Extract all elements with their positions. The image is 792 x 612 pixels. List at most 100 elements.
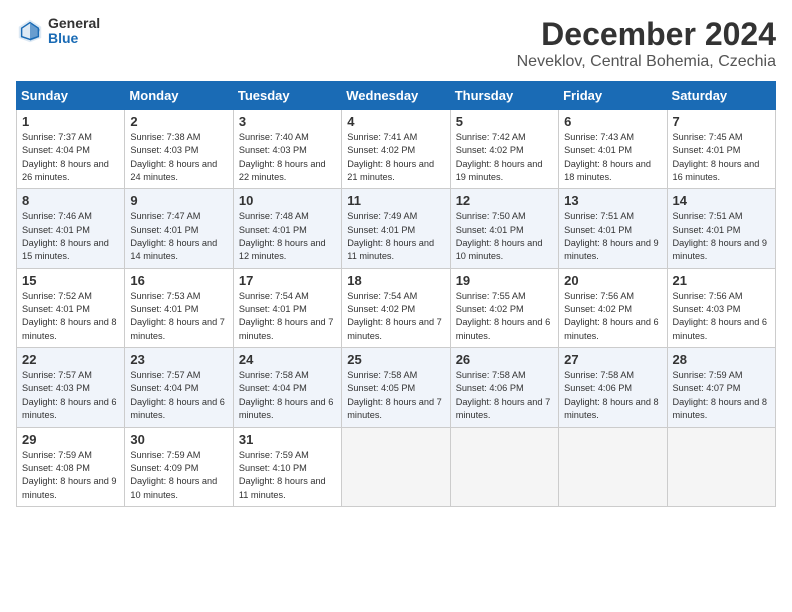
day-info: Sunrise: 7:59 AMSunset: 4:09 PMDaylight:…: [130, 450, 217, 500]
day-number: 13: [564, 193, 661, 208]
day-info: Sunrise: 7:59 AMSunset: 4:10 PMDaylight:…: [239, 450, 326, 500]
day-info: Sunrise: 7:58 AMSunset: 4:06 PMDaylight:…: [564, 370, 659, 420]
day-number: 9: [130, 193, 227, 208]
day-info: Sunrise: 7:50 AMSunset: 4:01 PMDaylight:…: [456, 211, 543, 261]
table-row: 8 Sunrise: 7:46 AMSunset: 4:01 PMDayligh…: [17, 189, 125, 268]
table-row: 5 Sunrise: 7:42 AMSunset: 4:02 PMDayligh…: [450, 110, 558, 189]
month-title: December 2024: [517, 16, 776, 53]
day-info: Sunrise: 7:54 AMSunset: 4:01 PMDaylight:…: [239, 291, 334, 341]
day-number: 27: [564, 352, 661, 367]
table-row: 11 Sunrise: 7:49 AMSunset: 4:01 PMDaylig…: [342, 189, 450, 268]
day-info: Sunrise: 7:41 AMSunset: 4:02 PMDaylight:…: [347, 132, 434, 182]
day-info: Sunrise: 7:58 AMSunset: 4:06 PMDaylight:…: [456, 370, 551, 420]
table-row: [450, 427, 558, 506]
logo-text: General Blue: [48, 16, 100, 47]
day-number: 6: [564, 114, 661, 129]
table-row: 31 Sunrise: 7:59 AMSunset: 4:10 PMDaylig…: [233, 427, 341, 506]
table-row: 26 Sunrise: 7:58 AMSunset: 4:06 PMDaylig…: [450, 348, 558, 427]
table-row: 30 Sunrise: 7:59 AMSunset: 4:09 PMDaylig…: [125, 427, 233, 506]
col-thursday: Thursday: [450, 82, 558, 110]
table-row: 14 Sunrise: 7:51 AMSunset: 4:01 PMDaylig…: [667, 189, 775, 268]
table-row: 24 Sunrise: 7:58 AMSunset: 4:04 PMDaylig…: [233, 348, 341, 427]
table-row: 9 Sunrise: 7:47 AMSunset: 4:01 PMDayligh…: [125, 189, 233, 268]
day-number: 14: [673, 193, 770, 208]
day-number: 29: [22, 432, 119, 447]
day-number: 28: [673, 352, 770, 367]
col-sunday: Sunday: [17, 82, 125, 110]
day-number: 12: [456, 193, 553, 208]
table-row: 10 Sunrise: 7:48 AMSunset: 4:01 PMDaylig…: [233, 189, 341, 268]
day-info: Sunrise: 7:47 AMSunset: 4:01 PMDaylight:…: [130, 211, 217, 261]
day-number: 11: [347, 193, 444, 208]
table-row: 3 Sunrise: 7:40 AMSunset: 4:03 PMDayligh…: [233, 110, 341, 189]
col-friday: Friday: [559, 82, 667, 110]
day-number: 18: [347, 273, 444, 288]
day-number: 25: [347, 352, 444, 367]
day-info: Sunrise: 7:51 AMSunset: 4:01 PMDaylight:…: [673, 211, 768, 261]
day-info: Sunrise: 7:49 AMSunset: 4:01 PMDaylight:…: [347, 211, 434, 261]
table-row: 13 Sunrise: 7:51 AMSunset: 4:01 PMDaylig…: [559, 189, 667, 268]
day-number: 8: [22, 193, 119, 208]
day-info: Sunrise: 7:59 AMSunset: 4:07 PMDaylight:…: [673, 370, 768, 420]
day-info: Sunrise: 7:42 AMSunset: 4:02 PMDaylight:…: [456, 132, 543, 182]
table-row: [667, 427, 775, 506]
day-number: 15: [22, 273, 119, 288]
page-header: General Blue December 2024 Neveklov, Cen…: [16, 16, 776, 71]
day-number: 23: [130, 352, 227, 367]
table-row: 1 Sunrise: 7:37 AMSunset: 4:04 PMDayligh…: [17, 110, 125, 189]
title-area: December 2024 Neveklov, Central Bohemia,…: [517, 16, 776, 71]
day-number: 2: [130, 114, 227, 129]
logo-general: General: [48, 16, 100, 31]
day-number: 20: [564, 273, 661, 288]
day-info: Sunrise: 7:56 AMSunset: 4:03 PMDaylight:…: [673, 291, 768, 341]
day-number: 31: [239, 432, 336, 447]
calendar-row: 8 Sunrise: 7:46 AMSunset: 4:01 PMDayligh…: [17, 189, 776, 268]
logo-blue: Blue: [48, 31, 100, 46]
day-info: Sunrise: 7:40 AMSunset: 4:03 PMDaylight:…: [239, 132, 326, 182]
table-row: 4 Sunrise: 7:41 AMSunset: 4:02 PMDayligh…: [342, 110, 450, 189]
day-info: Sunrise: 7:59 AMSunset: 4:08 PMDaylight:…: [22, 450, 117, 500]
table-row: [559, 427, 667, 506]
table-row: 2 Sunrise: 7:38 AMSunset: 4:03 PMDayligh…: [125, 110, 233, 189]
day-info: Sunrise: 7:56 AMSunset: 4:02 PMDaylight:…: [564, 291, 659, 341]
table-row: 18 Sunrise: 7:54 AMSunset: 4:02 PMDaylig…: [342, 268, 450, 347]
table-row: 25 Sunrise: 7:58 AMSunset: 4:05 PMDaylig…: [342, 348, 450, 427]
day-number: 7: [673, 114, 770, 129]
day-number: 22: [22, 352, 119, 367]
table-row: 7 Sunrise: 7:45 AMSunset: 4:01 PMDayligh…: [667, 110, 775, 189]
calendar-row: 15 Sunrise: 7:52 AMSunset: 4:01 PMDaylig…: [17, 268, 776, 347]
calendar-row: 29 Sunrise: 7:59 AMSunset: 4:08 PMDaylig…: [17, 427, 776, 506]
day-info: Sunrise: 7:38 AMSunset: 4:03 PMDaylight:…: [130, 132, 217, 182]
day-number: 10: [239, 193, 336, 208]
table-row: 15 Sunrise: 7:52 AMSunset: 4:01 PMDaylig…: [17, 268, 125, 347]
day-info: Sunrise: 7:57 AMSunset: 4:04 PMDaylight:…: [130, 370, 225, 420]
table-row: 28 Sunrise: 7:59 AMSunset: 4:07 PMDaylig…: [667, 348, 775, 427]
logo-icon: [16, 17, 44, 45]
table-row: 21 Sunrise: 7:56 AMSunset: 4:03 PMDaylig…: [667, 268, 775, 347]
calendar-table: Sunday Monday Tuesday Wednesday Thursday…: [16, 81, 776, 507]
table-row: 27 Sunrise: 7:58 AMSunset: 4:06 PMDaylig…: [559, 348, 667, 427]
day-info: Sunrise: 7:58 AMSunset: 4:05 PMDaylight:…: [347, 370, 442, 420]
col-wednesday: Wednesday: [342, 82, 450, 110]
day-info: Sunrise: 7:43 AMSunset: 4:01 PMDaylight:…: [564, 132, 651, 182]
day-number: 3: [239, 114, 336, 129]
header-row: Sunday Monday Tuesday Wednesday Thursday…: [17, 82, 776, 110]
day-number: 26: [456, 352, 553, 367]
table-row: 19 Sunrise: 7:55 AMSunset: 4:02 PMDaylig…: [450, 268, 558, 347]
table-row: [342, 427, 450, 506]
calendar-row: 22 Sunrise: 7:57 AMSunset: 4:03 PMDaylig…: [17, 348, 776, 427]
day-info: Sunrise: 7:53 AMSunset: 4:01 PMDaylight:…: [130, 291, 225, 341]
day-info: Sunrise: 7:55 AMSunset: 4:02 PMDaylight:…: [456, 291, 551, 341]
table-row: 16 Sunrise: 7:53 AMSunset: 4:01 PMDaylig…: [125, 268, 233, 347]
location-subtitle: Neveklov, Central Bohemia, Czechia: [517, 53, 776, 71]
day-number: 21: [673, 273, 770, 288]
day-info: Sunrise: 7:45 AMSunset: 4:01 PMDaylight:…: [673, 132, 760, 182]
day-number: 4: [347, 114, 444, 129]
logo: General Blue: [16, 16, 100, 47]
day-number: 17: [239, 273, 336, 288]
day-info: Sunrise: 7:58 AMSunset: 4:04 PMDaylight:…: [239, 370, 334, 420]
table-row: 23 Sunrise: 7:57 AMSunset: 4:04 PMDaylig…: [125, 348, 233, 427]
table-row: 20 Sunrise: 7:56 AMSunset: 4:02 PMDaylig…: [559, 268, 667, 347]
day-info: Sunrise: 7:52 AMSunset: 4:01 PMDaylight:…: [22, 291, 117, 341]
day-number: 19: [456, 273, 553, 288]
